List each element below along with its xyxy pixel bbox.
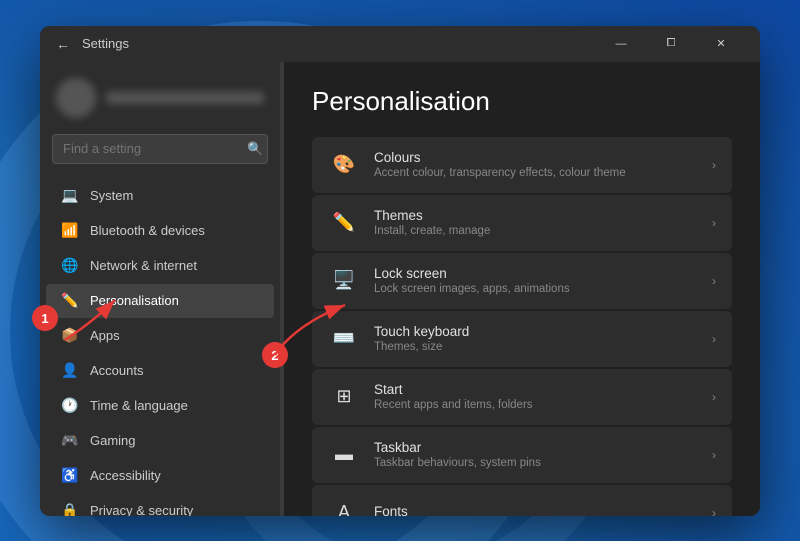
touch-keyboard-text: Touch keyboard Themes, size [374, 324, 698, 353]
themes-desc: Install, create, manage [374, 225, 698, 237]
personalisation-icon: ✏️ [62, 293, 78, 309]
search-input[interactable] [63, 141, 239, 156]
profile-info [106, 92, 264, 104]
close-button[interactable]: ✕ [698, 29, 744, 59]
sidebar-item-label: Gaming [90, 433, 136, 448]
settings-window: ← Settings — ⧠ ✕ 🔍 💻 [40, 26, 760, 516]
sidebar-item-label: Accessibility [90, 468, 161, 483]
touch-keyboard-desc: Themes, size [374, 341, 698, 353]
fonts-icon: A [328, 497, 360, 516]
fonts-text: Fonts [374, 504, 698, 516]
settings-list: 🎨 Colours Accent colour, transparency ef… [312, 137, 732, 516]
time-icon: 🕐 [62, 398, 78, 414]
sidebar-item-label: Privacy & security [90, 503, 193, 516]
taskbar-text: Taskbar Taskbar behaviours, system pins [374, 440, 698, 469]
sidebar-item-accessibility[interactable]: ♿ Accessibility [46, 459, 274, 493]
chevron-right-icon: › [712, 390, 716, 404]
lock-screen-desc: Lock screen images, apps, animations [374, 283, 698, 295]
title-bar: ← Settings — ⧠ ✕ [40, 26, 760, 62]
sidebar-item-label: System [90, 188, 133, 203]
maximize-button[interactable]: ⧠ [648, 29, 694, 59]
accounts-icon: 👤 [62, 363, 78, 379]
lock-screen-icon: 🖥️ [328, 265, 360, 297]
taskbar-icon: ▬ [328, 439, 360, 471]
annotation-2: 2 [262, 342, 288, 368]
content-area: Personalisation 🎨 Colours Accent colour,… [284, 62, 760, 516]
annotation-1: 1 [32, 305, 58, 331]
back-button[interactable]: ← [56, 36, 70, 52]
themes-icon: ✏️ [328, 207, 360, 239]
title-bar-left: ← Settings [56, 36, 129, 52]
settings-item-touch-keyboard[interactable]: ⌨️ Touch keyboard Themes, size › [312, 311, 732, 367]
chevron-right-icon: › [712, 216, 716, 230]
start-icon: ⊞ [328, 381, 360, 413]
main-content: 🔍 💻 System 📶 Bluetooth & devices 🌐 Netwo… [40, 62, 760, 516]
chevron-right-icon: › [712, 506, 716, 516]
colours-title: Colours [374, 150, 698, 165]
themes-title: Themes [374, 208, 698, 223]
chevron-right-icon: › [712, 448, 716, 462]
sidebar-item-privacy[interactable]: 🔒 Privacy & security [46, 494, 274, 516]
page-title: Personalisation [312, 86, 732, 117]
network-icon: 🌐 [62, 258, 78, 274]
nav-list: 💻 System 📶 Bluetooth & devices 🌐 Network… [40, 174, 280, 516]
sidebar-item-personalisation[interactable]: ✏️ Personalisation [46, 284, 274, 318]
profile-area [40, 62, 280, 134]
sidebar-item-accounts[interactable]: 👤 Accounts [46, 354, 274, 388]
colours-text: Colours Accent colour, transparency effe… [374, 150, 698, 179]
settings-item-lock-screen[interactable]: 🖥️ Lock screen Lock screen images, apps,… [312, 253, 732, 309]
taskbar-desc: Taskbar behaviours, system pins [374, 457, 698, 469]
themes-text: Themes Install, create, manage [374, 208, 698, 237]
chevron-right-icon: › [712, 332, 716, 346]
settings-item-themes[interactable]: ✏️ Themes Install, create, manage › [312, 195, 732, 251]
sidebar-item-time[interactable]: 🕐 Time & language [46, 389, 274, 423]
settings-item-taskbar[interactable]: ▬ Taskbar Taskbar behaviours, system pin… [312, 427, 732, 483]
colours-icon: 🎨 [328, 149, 360, 181]
sidebar-item-label: Network & internet [90, 258, 197, 273]
sidebar-item-gaming[interactable]: 🎮 Gaming [46, 424, 274, 458]
search-icon: 🔍 [247, 141, 263, 157]
colours-desc: Accent colour, transparency effects, col… [374, 167, 698, 179]
badge-2: 2 [262, 342, 288, 368]
chevron-right-icon: › [712, 158, 716, 172]
gaming-icon: 🎮 [62, 433, 78, 449]
sidebar-item-bluetooth[interactable]: 📶 Bluetooth & devices [46, 214, 274, 248]
bluetooth-icon: 📶 [62, 223, 78, 239]
fonts-title: Fonts [374, 504, 698, 516]
sidebar-item-label: Apps [90, 328, 120, 343]
lock-screen-text: Lock screen Lock screen images, apps, an… [374, 266, 698, 295]
start-text: Start Recent apps and items, folders [374, 382, 698, 411]
sidebar-item-system[interactable]: 💻 System [46, 179, 274, 213]
settings-item-start[interactable]: ⊞ Start Recent apps and items, folders › [312, 369, 732, 425]
accessibility-icon: ♿ [62, 468, 78, 484]
sidebar: 🔍 💻 System 📶 Bluetooth & devices 🌐 Netwo… [40, 62, 280, 516]
search-box[interactable]: 🔍 [52, 134, 268, 164]
system-icon: 💻 [62, 188, 78, 204]
start-title: Start [374, 382, 698, 397]
avatar [56, 78, 96, 118]
minimize-button[interactable]: — [598, 29, 644, 59]
settings-item-colours[interactable]: 🎨 Colours Accent colour, transparency ef… [312, 137, 732, 193]
start-desc: Recent apps and items, folders [374, 399, 698, 411]
apps-icon: 📦 [62, 328, 78, 344]
settings-item-fonts[interactable]: A Fonts › [312, 485, 732, 516]
sidebar-item-label: Time & language [90, 398, 188, 413]
badge-1: 1 [32, 305, 58, 331]
title-bar-controls: — ⧠ ✕ [598, 29, 744, 59]
taskbar-title: Taskbar [374, 440, 698, 455]
window-title: Settings [82, 36, 129, 51]
sidebar-item-label: Accounts [90, 363, 143, 378]
sidebar-item-apps[interactable]: 📦 Apps [46, 319, 274, 353]
sidebar-item-label: Personalisation [90, 293, 179, 308]
privacy-icon: 🔒 [62, 503, 78, 516]
sidebar-item-network[interactable]: 🌐 Network & internet [46, 249, 274, 283]
lock-screen-title: Lock screen [374, 266, 698, 281]
touch-keyboard-icon: ⌨️ [328, 323, 360, 355]
chevron-right-icon: › [712, 274, 716, 288]
sidebar-item-label: Bluetooth & devices [90, 223, 205, 238]
touch-keyboard-title: Touch keyboard [374, 324, 698, 339]
